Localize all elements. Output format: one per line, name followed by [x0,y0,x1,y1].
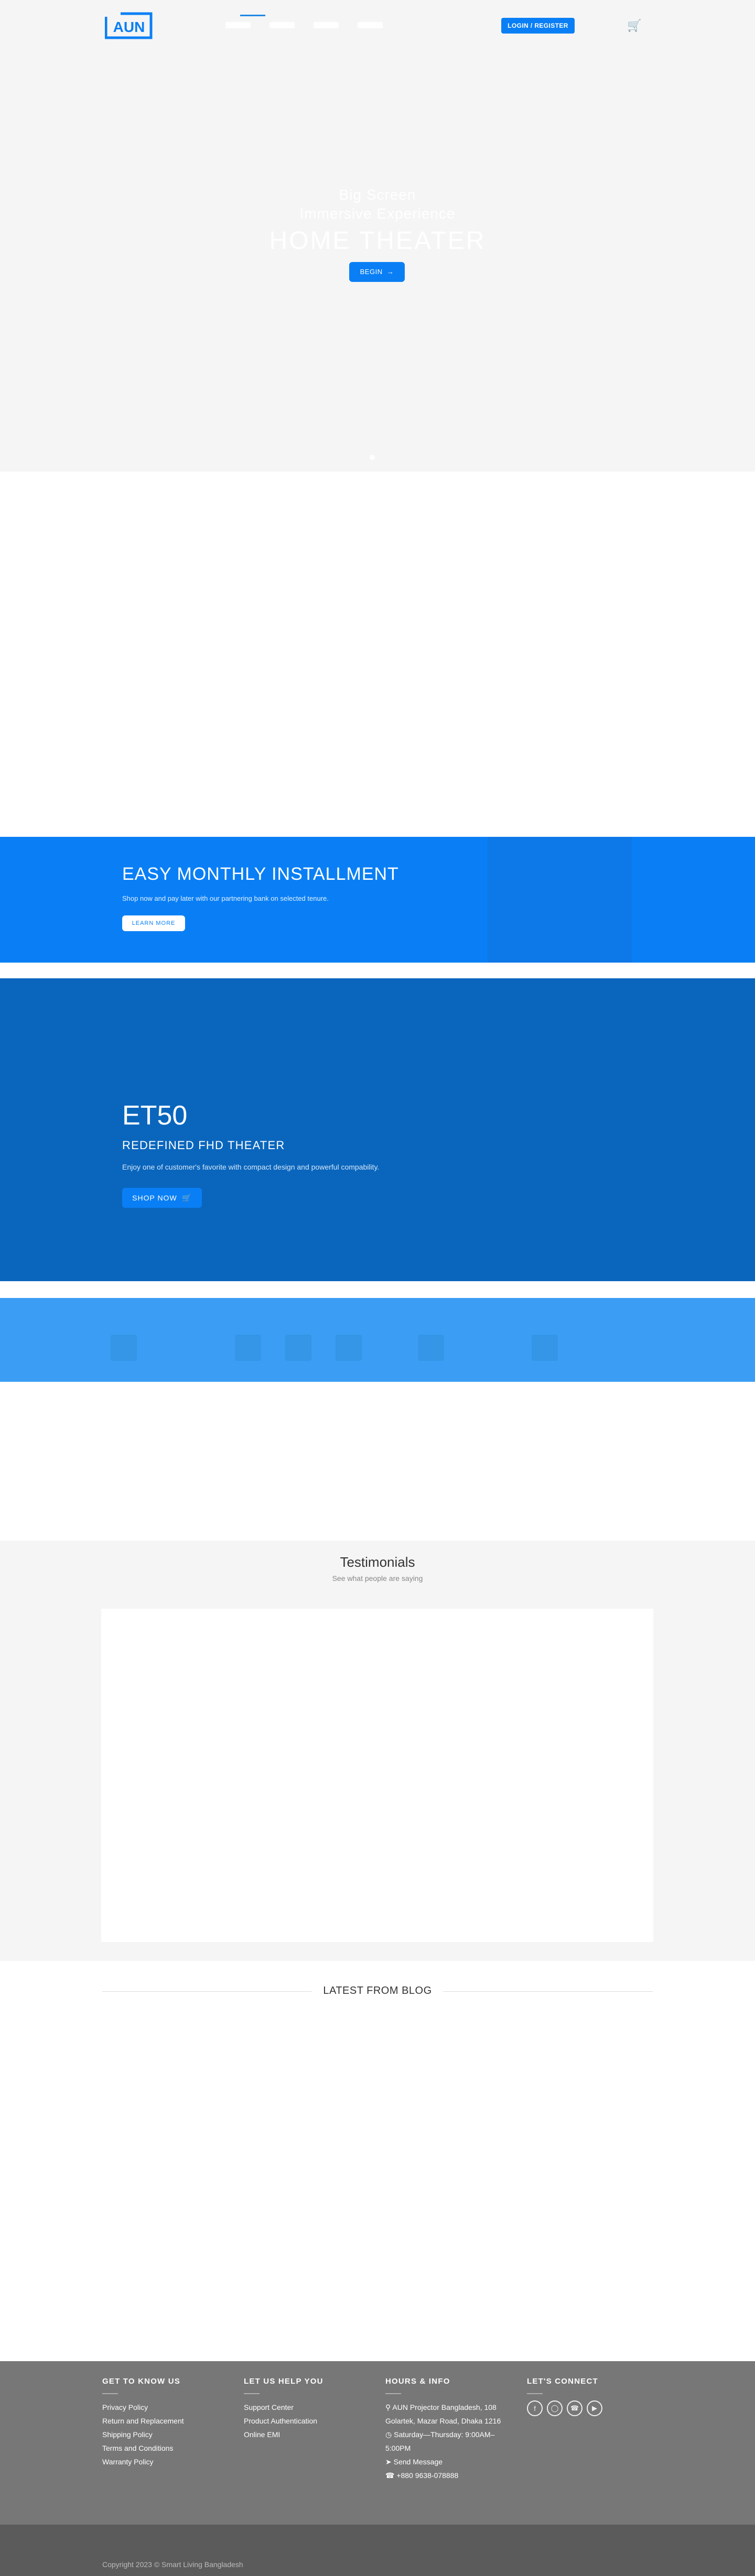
partner-logo [285,1335,311,1361]
partner-logo-strip [0,1298,755,1382]
logo-text: AUN [113,19,145,35]
begin-button[interactable]: BEGIN → [349,262,405,282]
testimonials-subtitle: See what people are saying [332,1574,423,1582]
footer-link-privacy[interactable]: Privacy Policy [102,2400,228,2414]
footer-col-help: LET US HELP YOU Support Center Product A… [244,2377,370,2441]
main-nav [225,0,383,50]
clock-icon: ◷ [385,2430,392,2439]
partner-logo [235,1335,261,1361]
phone-icon[interactable]: ☎ [567,2400,583,2416]
footer-divider [102,2393,118,2394]
installment-subtitle: Shop now and pay later with our partneri… [122,894,329,902]
shop-now-button[interactable]: SHOP NOW 🛒 [122,1188,202,1208]
footer-link-support[interactable]: Support Center [244,2400,370,2414]
aun-logo[interactable]: AUN [105,9,153,41]
login-register-button[interactable]: LOGIN / REGISTER [501,18,575,34]
footer-phone[interactable]: ☎ +880 9638-078888 [385,2469,511,2482]
cart-icon[interactable]: 🛒 [627,19,641,32]
begin-button-label: BEGIN [360,268,383,276]
footer-link-warranty[interactable]: Warranty Policy [102,2455,228,2469]
partner-logo [418,1335,444,1361]
footer-divider [527,2393,543,2394]
blog-title: LATEST FROM BLOG [323,1985,432,1996]
installment-banner: EASY MONTHLY INSTALLMENT Shop now and pa… [0,837,755,963]
et50-description: Enjoy one of customer's favorite with co… [122,1163,380,1171]
youtube-icon[interactable]: ▶ [587,2400,602,2416]
phone-icon: ☎ [385,2471,395,2480]
et50-title: ET50 [122,1100,188,1131]
testimonials-section: Testimonials See what people are saying [0,1541,755,1961]
footer-heading: HOURS & INFO [385,2377,450,2386]
footer-col-know-us: GET TO KNOW US Privacy Policy Return and… [102,2377,228,2469]
testimonials-card [101,1609,653,1942]
send-icon: ➤ [385,2458,392,2466]
slider-dot[interactable] [370,455,375,460]
partner-logo [532,1335,558,1361]
map-pin-icon: ⚲ [385,2403,391,2411]
site-header: AUN LOGIN / REGISTER 🛒 [0,0,755,50]
footer-address-text: AUN Projector Bangladesh, 108 Golartek, … [385,2403,501,2425]
site-footer: GET TO KNOW US Privacy Policy Return and… [0,2361,755,2525]
copyright-text: Copyright 2023 © Smart Living Bangladesh [102,2560,243,2569]
footer-heading: LET'S CONNECT [527,2377,598,2386]
social-links: f ◯ ☎ ▶ [527,2400,653,2416]
testimonials-title: Testimonials [340,1554,415,1570]
blog-divider-left [102,1991,312,1992]
copyright-bar: Copyright 2023 © Smart Living Bangladesh [0,2525,755,2576]
installment-image-panel [488,837,632,963]
footer-send-message-text: Send Message [393,2458,443,2466]
installment-title: EASY MONTHLY INSTALLMENT [122,864,399,884]
facebook-icon[interactable]: f [527,2400,543,2416]
footer-divider [244,2393,260,2394]
footer-link-shipping[interactable]: Shipping Policy [102,2428,228,2441]
footer-hours: ◷ Saturday—Thursday: 9:00AM–5:00PM [385,2428,511,2455]
nav-item-2[interactable] [269,22,295,28]
footer-address: ⚲ AUN Projector Bangladesh, 108 Golartek… [385,2400,511,2428]
footer-phone-text: +880 9638-078888 [396,2471,459,2480]
blog-divider-right [443,1991,653,1992]
hero-line-2: Immersive Experience [299,205,456,222]
footer-col-hours: HOURS & INFO ⚲ AUN Projector Bangladesh,… [385,2377,511,2482]
nav-item-4[interactable] [358,22,383,28]
shop-now-label: SHOP NOW [132,1194,177,1202]
footer-link-return[interactable]: Return and Replacement [102,2414,228,2428]
arrow-right-icon: → [384,268,394,276]
hero-section: AUN LOGIN / REGISTER 🛒 Big Screen Immers… [0,0,755,472]
hero-title: HOME THEATER [269,227,486,255]
footer-col-connect: LET'S CONNECT f ◯ ☎ ▶ [527,2377,653,2416]
footer-heading: LET US HELP YOU [244,2377,323,2386]
footer-send-message[interactable]: ➤ Send Message [385,2455,511,2469]
cart-icon: 🛒 [179,1194,192,1202]
instagram-icon[interactable]: ◯ [547,2400,563,2416]
partner-logo [111,1335,137,1361]
learn-more-button[interactable]: LEARN MORE [122,915,185,931]
nav-item-3[interactable] [314,22,339,28]
footer-link-authentication[interactable]: Product Authentication [244,2414,370,2428]
footer-divider [385,2393,401,2394]
hero-line-1: Big Screen [339,187,416,203]
footer-hours-text: Saturday—Thursday: 9:00AM–5:00PM [385,2430,495,2452]
et50-banner: ET50 REDEFINED FHD THEATER Enjoy one of … [0,978,755,1281]
nav-item-1[interactable] [225,22,251,28]
footer-heading: GET TO KNOW US [102,2377,181,2386]
footer-link-emi[interactable]: Online EMI [244,2428,370,2441]
footer-link-terms[interactable]: Terms and Conditions [102,2441,228,2455]
et50-subtitle: REDEFINED FHD THEATER [122,1139,285,1152]
partner-logo [336,1335,362,1361]
